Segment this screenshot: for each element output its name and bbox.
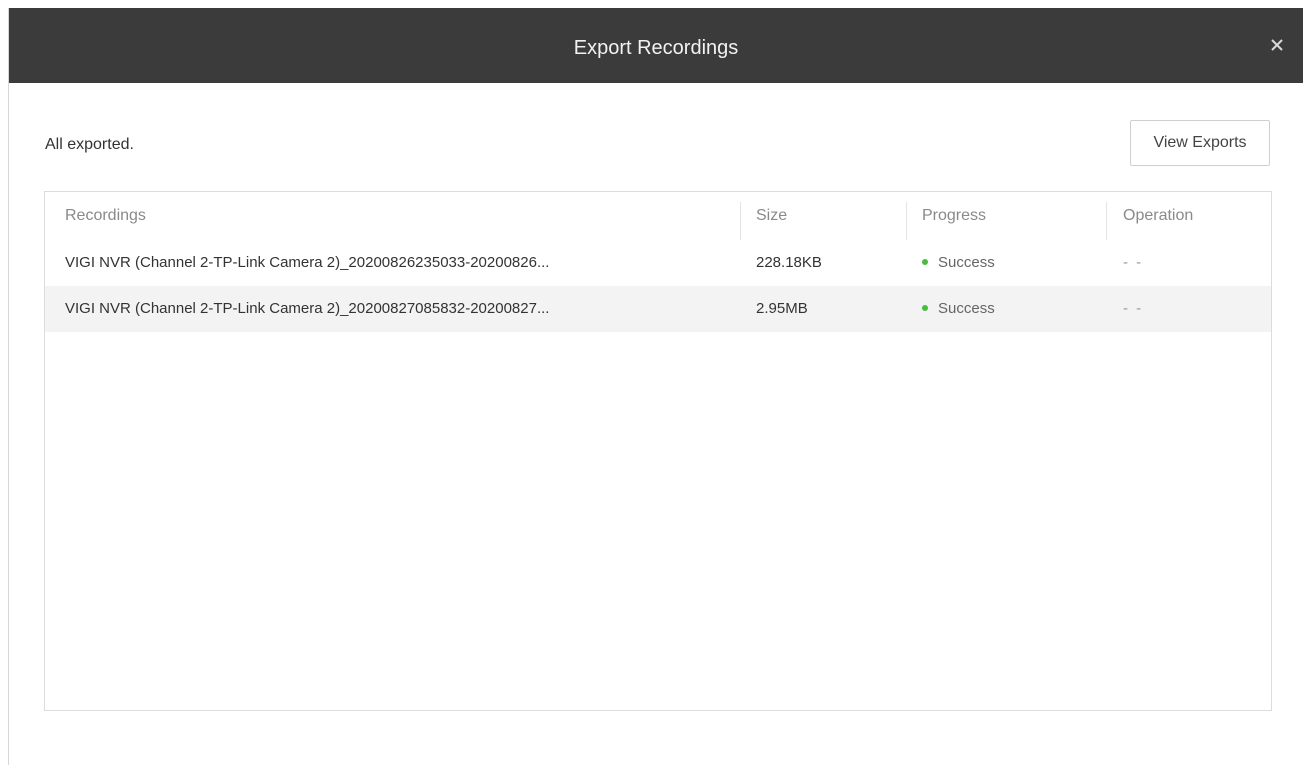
progress-status: Success: [938, 254, 995, 271]
column-divider[interactable]: [906, 202, 907, 240]
recording-size: 228.18KB: [756, 254, 822, 271]
header-progress[interactable]: Progress: [922, 192, 1102, 240]
view-exports-button[interactable]: View Exports: [1130, 120, 1270, 166]
column-divider[interactable]: [1106, 202, 1107, 240]
header-operation: Operation: [1123, 207, 1194, 224]
recordings-table: Recordings Size Progress Operation VIGI …: [44, 191, 1272, 711]
dialog-titlebar: Export Recordings: [9, 8, 1303, 83]
table-row[interactable]: VIGI NVR (Channel 2-TP-Link Camera 2)_20…: [45, 286, 1271, 332]
dialog-title: Export Recordings: [573, 37, 739, 59]
export-status-message: All exported.: [45, 136, 134, 153]
recording-name: VIGI NVR (Channel 2-TP-Link Camera 2)_20…: [65, 254, 550, 271]
table-row[interactable]: VIGI NVR (Channel 2-TP-Link Camera 2)_20…: [45, 240, 1271, 286]
operation-value: - -: [1123, 254, 1144, 271]
success-dot-icon: [922, 259, 928, 266]
progress-status: Success: [938, 300, 995, 317]
table-header: Recordings Size Progress Operation: [45, 192, 1271, 240]
header-recordings[interactable]: Recordings: [65, 192, 745, 240]
success-dot-icon: [922, 305, 928, 312]
progress-cell: Success: [922, 240, 1102, 286]
operation-cell: - -: [1123, 286, 1263, 332]
export-recordings-dialog: Export Recordings All exported. View Exp…: [8, 8, 1303, 765]
header-size[interactable]: Size: [756, 192, 906, 240]
recording-size: 2.95MB: [756, 300, 808, 317]
operation-cell: - -: [1123, 240, 1263, 286]
close-icon[interactable]: [1267, 35, 1287, 55]
progress-cell: Success: [922, 286, 1102, 332]
operation-value: - -: [1123, 300, 1144, 317]
recording-name: VIGI NVR (Channel 2-TP-Link Camera 2)_20…: [65, 300, 550, 317]
page: Export Recordings All exported. View Exp…: [0, 0, 1303, 765]
column-divider[interactable]: [740, 202, 741, 240]
